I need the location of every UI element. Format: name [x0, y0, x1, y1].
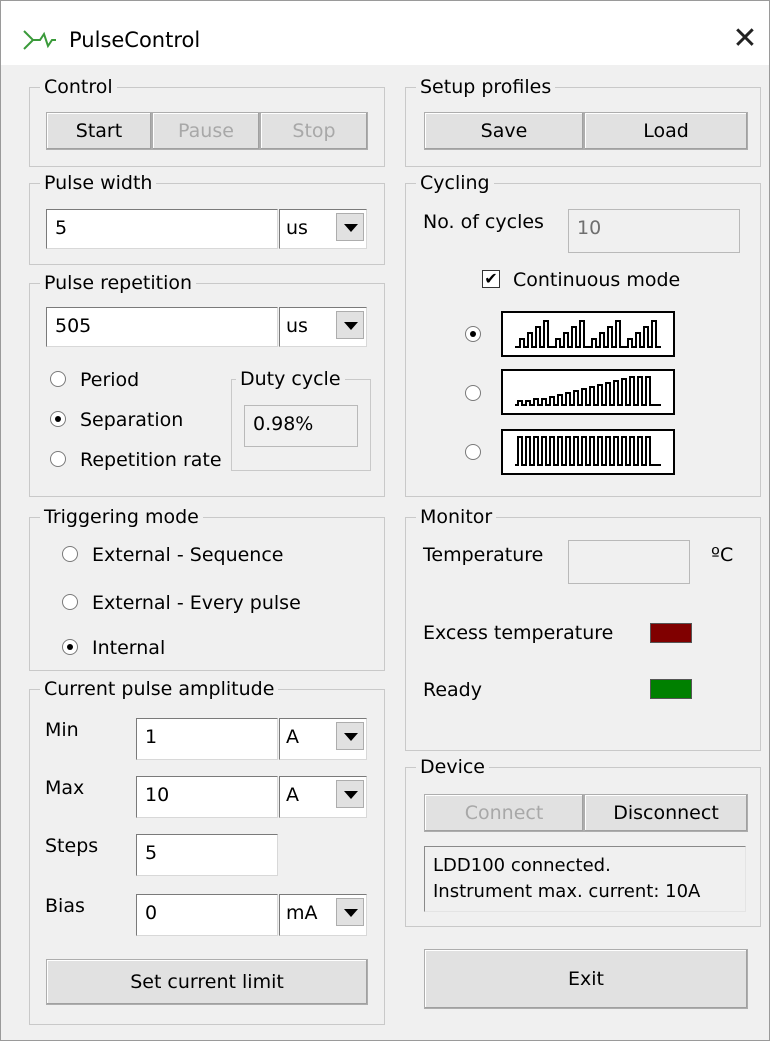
max-label: Max — [45, 777, 85, 799]
external-every-pulse-label[interactable]: External - Every pulse — [92, 590, 301, 616]
exit-button[interactable]: Exit — [424, 949, 748, 1009]
bias-input[interactable]: 0 — [136, 894, 278, 936]
radio-repetition-rate[interactable] — [50, 451, 66, 467]
save-profile-button[interactable]: Save — [424, 112, 584, 150]
min-unit-value: A — [286, 726, 299, 748]
separation-label[interactable]: Separation — [80, 407, 183, 433]
repetition-rate-label[interactable]: Repetition rate — [80, 447, 222, 473]
duty-cycle-title: Duty cycle — [236, 366, 345, 392]
load-profile-button[interactable]: Load — [584, 112, 748, 150]
current-amplitude-title: Current pulse amplitude — [40, 676, 279, 702]
close-icon[interactable]: ✕ — [727, 21, 763, 57]
radio-pattern-grouped[interactable] — [465, 326, 481, 342]
pulse-width-title: Pulse width — [40, 170, 157, 196]
radio-separation[interactable] — [50, 411, 66, 427]
pulse-width-unit-select[interactable]: us — [279, 209, 367, 249]
connect-button[interactable]: Connect — [424, 794, 584, 832]
control-group-title: Control — [40, 74, 117, 100]
internal-label[interactable]: Internal — [92, 635, 165, 661]
min-unit-select[interactable]: A — [279, 718, 367, 760]
chevron-down-icon[interactable] — [336, 780, 364, 808]
temperature-unit: ºC — [711, 544, 734, 566]
chevron-down-icon[interactable] — [336, 213, 364, 241]
start-button[interactable]: Start — [46, 112, 152, 150]
period-label[interactable]: Period — [80, 367, 139, 393]
triggering-mode-title: Triggering mode — [40, 504, 203, 530]
disconnect-button[interactable]: Disconnect — [584, 794, 748, 832]
pause-button[interactable]: Pause — [152, 112, 260, 150]
bias-label: Bias — [45, 895, 85, 917]
bias-unit-select[interactable]: mA — [279, 894, 367, 936]
pulsecontrol-window: PulseControl ✕ Control Start Pause Stop … — [0, 0, 770, 1041]
chevron-down-icon[interactable] — [336, 898, 364, 926]
device-status-line-1: LDD100 connected. — [433, 855, 611, 876]
radio-pattern-ramp[interactable] — [465, 385, 481, 401]
pulse-width-unit-value: us — [286, 217, 308, 239]
device-status-line-2: Instrument max. current: 10A — [433, 881, 701, 902]
ready-label: Ready — [423, 679, 482, 701]
pulse-logo-icon — [23, 30, 56, 50]
setup-profiles-title: Setup profiles — [416, 74, 556, 100]
steps-input[interactable]: 5 — [136, 834, 278, 876]
device-status-box: LDD100 connected. Instrument max. curren… — [424, 846, 746, 912]
excess-temperature-label: Excess temperature — [423, 622, 614, 644]
device-title: Device — [416, 754, 489, 780]
constant-pattern-icon — [515, 436, 661, 466]
pattern-grouped-preview[interactable] — [501, 311, 675, 357]
duty-cycle-value: 0.98% — [244, 405, 358, 447]
radio-pattern-constant[interactable] — [465, 444, 481, 460]
steps-label: Steps — [45, 835, 99, 857]
monitor-title: Monitor — [416, 504, 497, 530]
min-current-input[interactable]: 1 — [136, 718, 278, 760]
pulse-repetition-unit-select[interactable]: us — [279, 307, 367, 347]
continuous-mode-checkbox[interactable]: ✔ — [482, 270, 500, 288]
pulse-repetition-input[interactable]: 505 — [46, 307, 278, 347]
pulse-repetition-unit-value: us — [286, 315, 308, 337]
bias-unit-value: mA — [286, 902, 318, 924]
set-current-limit-button[interactable]: Set current limit — [46, 959, 368, 1005]
continuous-mode-label[interactable]: Continuous mode — [513, 267, 680, 293]
max-unit-select[interactable]: A — [279, 776, 367, 818]
radio-period[interactable] — [50, 371, 66, 387]
ready-indicator — [650, 679, 692, 699]
max-unit-value: A — [286, 784, 299, 806]
chevron-down-icon[interactable] — [336, 722, 364, 750]
temperature-value — [568, 540, 690, 584]
cycles-input[interactable]: 10 — [568, 209, 740, 253]
external-sequence-label[interactable]: External - Sequence — [92, 542, 283, 568]
stop-button[interactable]: Stop — [260, 112, 368, 150]
radio-internal[interactable] — [62, 639, 78, 655]
radio-external-every-pulse[interactable] — [62, 594, 78, 610]
window-title: PulseControl — [69, 28, 201, 52]
grouped-ramp-pattern-icon — [515, 320, 661, 348]
radio-external-sequence[interactable] — [62, 546, 78, 562]
cycling-title: Cycling — [416, 170, 494, 196]
pulse-width-input[interactable]: 5 — [46, 209, 278, 249]
single-ramp-pattern-icon — [515, 376, 661, 406]
title-bar: PulseControl ✕ — [1, 1, 769, 65]
pattern-constant-preview[interactable] — [501, 429, 675, 475]
min-label: Min — [45, 719, 79, 741]
cycles-label: No. of cycles — [423, 211, 544, 233]
temperature-label: Temperature — [423, 544, 544, 566]
chevron-down-icon[interactable] — [336, 311, 364, 339]
pattern-ramp-preview[interactable] — [501, 369, 675, 415]
excess-temperature-indicator — [650, 623, 692, 643]
pulse-repetition-title: Pulse repetition — [40, 270, 197, 296]
max-current-input[interactable]: 10 — [136, 776, 278, 818]
